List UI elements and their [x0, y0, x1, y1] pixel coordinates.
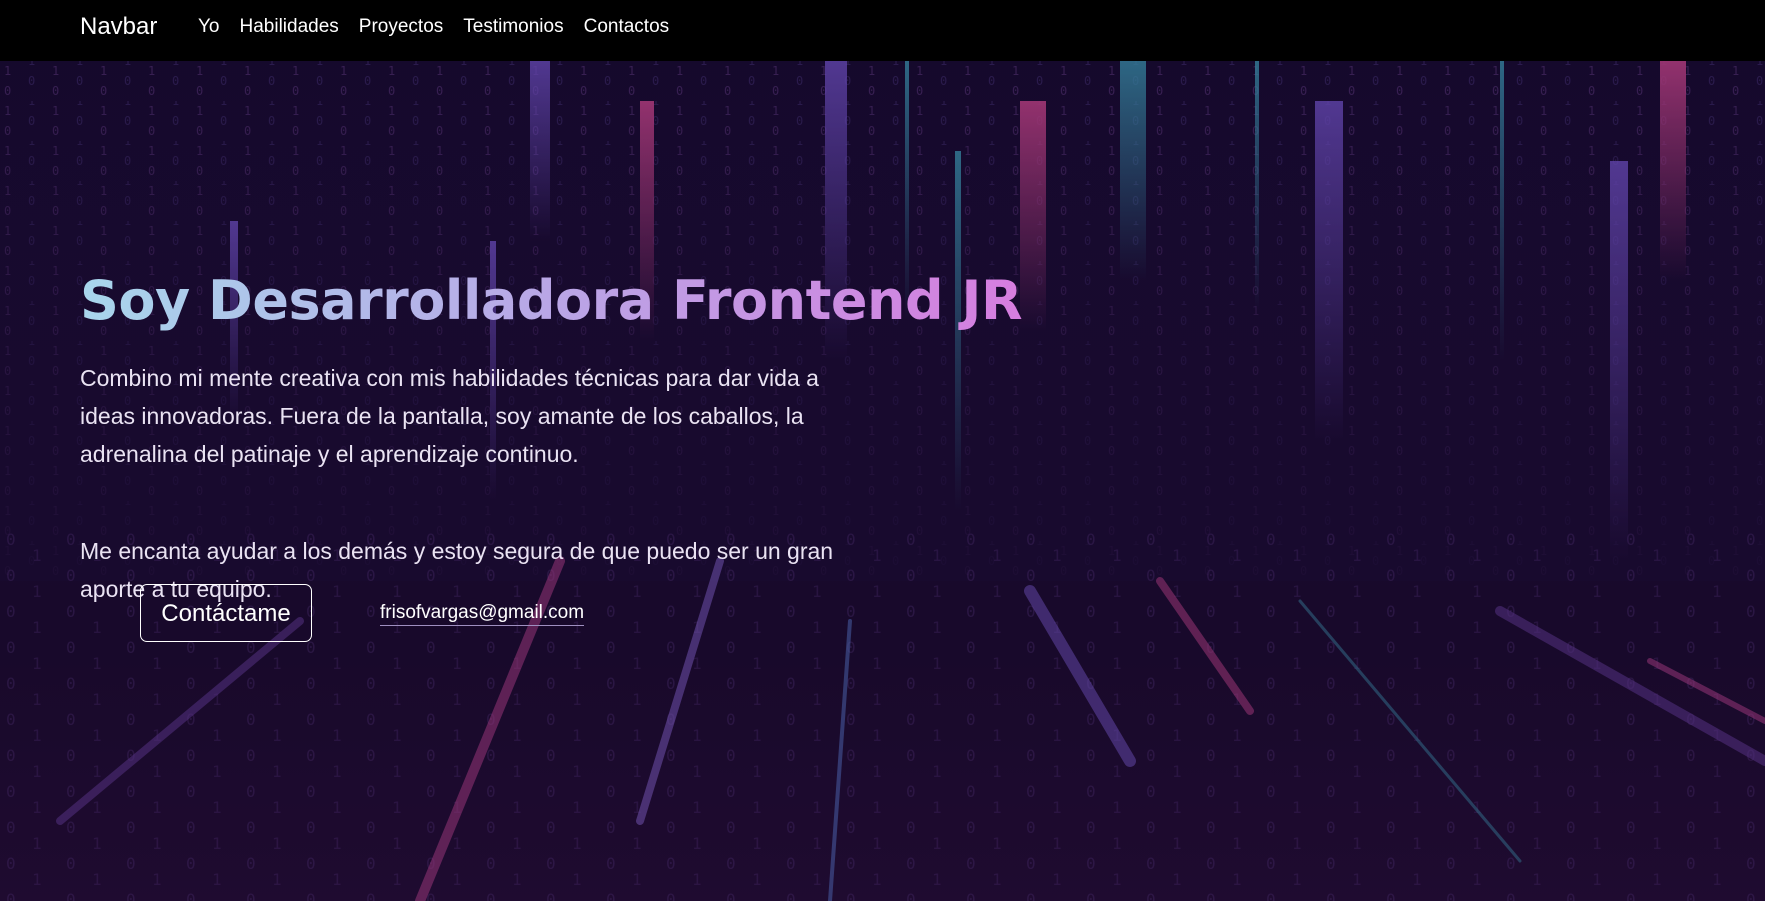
nav-link-proyectos[interactable]: Proyectos — [349, 15, 453, 39]
hero-section: 1 0 0 1 0 1 — [0, 61, 1765, 901]
nav-link-yo[interactable]: Yo — [188, 15, 230, 39]
nav-links: Yo Habilidades Proyectos Testimonios Con… — [188, 15, 679, 39]
navbar: Navbar Yo Habilidades Proyectos Testimon… — [0, 0, 1765, 61]
binary-code-background: 1 0 0 1 0 1 — [0, 61, 1765, 901]
contact-me-button[interactable]: Contáctame — [140, 584, 312, 642]
email-link[interactable]: frisofvargas@gmail.com — [380, 601, 585, 626]
hero-intro-paragraph: Combino mi mente creativa con mis habili… — [80, 365, 819, 467]
nav-link-habilidades[interactable]: Habilidades — [230, 15, 349, 39]
nav-link-testimonios[interactable]: Testimonios — [453, 15, 573, 39]
nav-link-contactos[interactable]: Contactos — [574, 15, 680, 39]
navbar-brand[interactable]: Navbar — [80, 12, 157, 42]
hero-title: Soy Desarrolladora Frontend JR — [80, 269, 1023, 332]
